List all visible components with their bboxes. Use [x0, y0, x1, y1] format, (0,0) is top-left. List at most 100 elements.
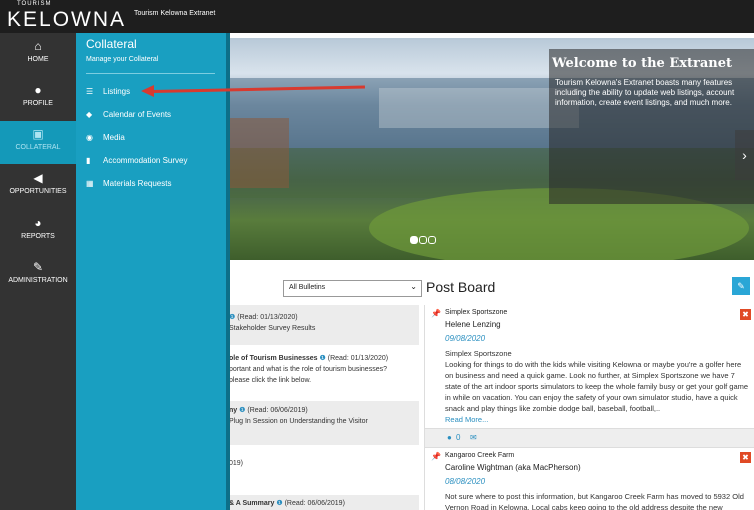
nav-opportunities-label: OPPORTUNITIES [9, 188, 67, 195]
document-icon: ▮ [86, 156, 91, 165]
bulletin-read-date: (Read: 06/06/2019) [284, 500, 345, 507]
nav-administration[interactable]: ✎ ADMINISTRATION [0, 254, 76, 296]
post-body: Looking for things to do with the kids w… [445, 360, 749, 413]
nav-reports-label: REPORTS [21, 233, 55, 240]
nav-opportunities[interactable]: ◀ OPPORTUNITIES [0, 165, 76, 207]
bulletin-item[interactable]: ole of Tourism Businesses ❶ (Read: 01/13… [229, 347, 419, 399]
menu-item-label: Accommodation Survey [103, 156, 188, 165]
bulletin-title: ny [229, 407, 238, 414]
post-actions-bar: ● 0 ✉ [425, 428, 754, 448]
post-author: Helene Lenzing [445, 320, 501, 329]
envelope-icon[interactable]: ✉ [470, 433, 477, 442]
collateral-flyout-menu: Collateral Manage your Collateral ☰ Listi… [76, 33, 230, 510]
nav-home-label: HOME [27, 56, 49, 63]
bulletin-read-date: (Read: 01/13/2020) [237, 314, 298, 321]
info-icon: ❶ [319, 355, 326, 362]
chevron-down-icon: ⌄ [410, 282, 417, 291]
carousel-dot-3[interactable] [428, 236, 436, 244]
bulletins-list: ❶ (Read: 01/13/2020) Stakeholder Survey … [229, 305, 419, 510]
bullhorn-icon: ◀ [33, 171, 43, 185]
bulletin-text: Stakeholder Survey Results [229, 325, 316, 332]
home-icon: ⌂ [34, 39, 42, 53]
tourism-kelowna-logo[interactable]: TOURISM KELOWNA [6, 1, 124, 31]
pie-chart-icon: ◕ [34, 216, 42, 230]
comment-count: 0 [456, 433, 461, 442]
thumbtack-icon: 📌 [431, 452, 441, 461]
top-bar: TOURISM KELOWNA Tourism Kelowna Extranet [0, 0, 754, 33]
annotation-arrow-head [141, 85, 154, 97]
logo-small-text: TOURISM [17, 1, 52, 7]
nav-collateral[interactable]: ▣ COLLATERAL [0, 121, 76, 164]
camera-icon: ◉ [86, 133, 93, 142]
flyout-divider [86, 73, 215, 74]
welcome-heading: Welcome to the Extranet [552, 56, 733, 71]
new-post-button[interactable]: ✎ [732, 277, 750, 295]
menu-item-label: Calendar of Events [103, 110, 172, 119]
list-icon: ☰ [86, 87, 94, 96]
menu-item-label: Materials Requests [103, 179, 172, 188]
post-card: 📌 Kangaroo Creek Farm Caroline Wightman … [425, 448, 754, 510]
post-business-name: Simplex Sportszone [445, 309, 508, 316]
thumbtack-icon: 📌 [431, 309, 441, 318]
flyout-edge [226, 33, 230, 510]
menu-item-listings[interactable]: ☰ Listings [86, 87, 130, 99]
bulletin-title: ole of Tourism Businesses [229, 355, 318, 362]
flyout-subtitle: Manage your Collateral [86, 56, 159, 63]
carousel-dot-2[interactable] [419, 236, 427, 244]
bulletin-filter-select[interactable]: All Bulletins ⌄ [283, 280, 422, 297]
menu-item-label: Listings [103, 87, 131, 96]
pencil-icon: ✎ [737, 281, 745, 291]
post-date: 08/08/2020 [445, 477, 486, 486]
post-card: 📌 Simplex Sportszone Helene Lenzing 09/0… [425, 305, 754, 448]
post-board-list: 📌 Simplex Sportszone Helene Lenzing 09/0… [424, 305, 754, 510]
flyout-title: Collateral [86, 37, 137, 51]
nav-profile[interactable]: ● PROFILE [0, 77, 76, 119]
info-icon: ❶ [276, 500, 283, 507]
user-icon: ● [34, 83, 42, 97]
delete-post-button[interactable]: ✖ [740, 309, 751, 320]
carousel-dot-1[interactable] [410, 236, 418, 244]
post-date: 09/08/2020 [445, 334, 486, 343]
bulletin-item[interactable]: 019) [229, 447, 419, 493]
tag-icon: ◆ [86, 110, 93, 119]
wrench-icon: ✎ [32, 260, 44, 274]
bulletin-read-date: 019) [229, 460, 244, 467]
menu-item-materials-requests[interactable]: ▦ Materials Requests [86, 179, 171, 191]
table-icon: ▦ [86, 179, 94, 188]
menu-item-accommodation-survey[interactable]: ▮ Accommodation Survey [86, 156, 187, 168]
post-business-name: Kangaroo Creek Farm [445, 452, 515, 459]
info-icon: ❶ [239, 407, 246, 414]
welcome-banner: Welcome to the Extranet Tourism Kelowna'… [229, 38, 754, 260]
delete-post-button[interactable]: ✖ [740, 452, 751, 463]
welcome-overlay [549, 49, 754, 204]
bulletin-filter-value: All Bulletins [289, 284, 326, 291]
bulletin-item[interactable]: ny ❶ (Read: 06/06/2019) Plug In Session … [229, 401, 419, 445]
bulletin-title: & A Summary [229, 500, 275, 507]
read-more-link[interactable]: Read More... [445, 414, 750, 425]
bulletin-item[interactable]: ❶ (Read: 01/13/2020) Stakeholder Survey … [229, 305, 419, 345]
comment-icon[interactable]: ● [447, 433, 452, 442]
welcome-text: Tourism Kelowna's Extranet boasts many f… [555, 78, 735, 107]
menu-item-calendar-of-events[interactable]: ◆ Calendar of Events [86, 110, 171, 122]
carousel-next-button[interactable]: › [735, 130, 754, 180]
bulletin-item[interactable]: & A Summary ❶ (Read: 06/06/2019) [229, 495, 419, 510]
marina-building [229, 118, 289, 188]
chevron-right-icon: › [742, 147, 747, 163]
bulletin-read-date: (Read: 06/06/2019) [247, 407, 308, 414]
nav-administration-label: ADMINISTRATION [8, 277, 68, 284]
file-image-icon: ▣ [32, 127, 44, 141]
nav-collateral-label: COLLATERAL [15, 144, 61, 151]
bulletin-text: please click the link below. [229, 377, 312, 384]
post-board-title: Post Board [426, 279, 496, 295]
nav-home[interactable]: ⌂ HOME [0, 33, 76, 75]
post-author: Caroline Wightman (aka MacPherson) [445, 463, 581, 472]
post-body-title: Simplex Sportszone [445, 349, 512, 358]
main-sidebar: ⌂ HOME ● PROFILE ▣ COLLATERAL ◀ OPPORTUN… [0, 33, 76, 510]
menu-item-media[interactable]: ◉ Media [86, 133, 125, 145]
nav-reports[interactable]: ◕ REPORTS [0, 210, 76, 252]
nav-profile-label: PROFILE [23, 100, 53, 107]
post-body: Not sure where to post this information,… [445, 492, 744, 510]
bulletin-read-date: (Read: 01/13/2020) [327, 355, 389, 362]
menu-item-label: Media [103, 133, 125, 142]
bulletin-text: portant and what is the role of tourism … [229, 366, 387, 373]
